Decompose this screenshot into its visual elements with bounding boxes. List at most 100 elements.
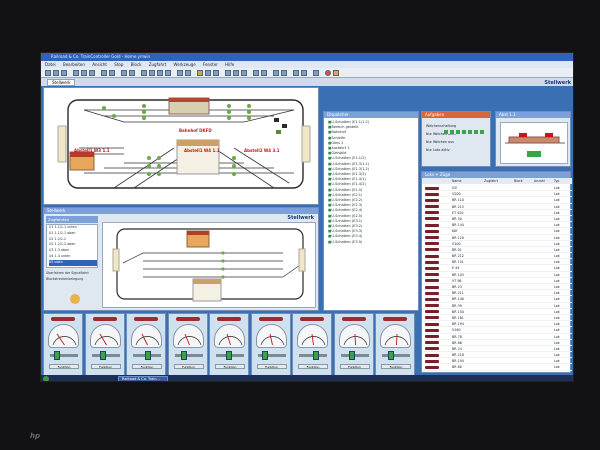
dispatcher-tree[interactable]: U-Schatten (E1.1/1.2) Bereich gestellt B…: [328, 120, 369, 245]
ops-line[interactable]: Nur Weichen aus: [426, 138, 456, 146]
function-button[interactable]: Funktion: [49, 364, 79, 369]
column-header[interactable]: Typ: [554, 178, 559, 184]
find-icon[interactable]: [301, 70, 307, 76]
clock-icon[interactable]: [281, 70, 287, 76]
power-icon[interactable]: [261, 70, 267, 76]
connect-icon[interactable]: [253, 70, 259, 76]
zugfahrten-list[interactable]: U1 1.1/1.1 unten U1 1.1/1.1 oben U2 1.2/…: [46, 224, 98, 268]
cab-throttle[interactable]: Funktion: [375, 313, 415, 381]
speedometer-dial: [172, 324, 204, 348]
print-icon[interactable]: [313, 70, 319, 76]
option-text[interactable]: Blockstreckenbelegung: [46, 276, 98, 282]
function-button[interactable]: Funktion: [256, 364, 287, 369]
siding-label-3: Abstell2 W4 3.1: [244, 148, 280, 153]
cab-throttle[interactable]: Funktion: [126, 313, 166, 381]
warning-icon[interactable]: [333, 70, 339, 76]
new-icon[interactable]: [45, 70, 51, 76]
menu-stop[interactable]: Stop: [114, 62, 123, 67]
paste-icon[interactable]: [89, 70, 95, 76]
function-button[interactable]: Funktion: [215, 364, 245, 369]
speedometer-svg: [384, 333, 409, 346]
route-icon[interactable]: [141, 70, 147, 76]
cab-throttle[interactable]: Funktion: [167, 313, 208, 381]
menu-block[interactable]: Block: [131, 62, 142, 67]
column-header[interactable]: Zugfahrt: [484, 178, 498, 184]
cab-throttle[interactable]: Funktion: [43, 313, 83, 381]
loco-list-rows[interactable]: ICE Lok V200 Lok BR 110 Lok BR 215 Lok ET 420 Lok…: [422, 185, 572, 371]
speed-slider-knob[interactable]: [99, 351, 106, 360]
track-diagram[interactable]: Bahnhof DKFD Abstell1 W3 1.1 Abstell1 W4…: [43, 87, 319, 205]
menu-bearbeiten[interactable]: Bearbeiten: [63, 62, 85, 67]
train-icon[interactable]: [185, 70, 191, 76]
menu-fenster[interactable]: Fenster: [203, 62, 218, 67]
turnout-icon[interactable]: [165, 70, 171, 76]
table-row[interactable]: BR 80 Lok: [422, 364, 572, 371]
ops-line[interactable]: Nur Loks aktiv: [426, 146, 456, 154]
cab-throttle[interactable]: Funktion: [292, 313, 332, 381]
message-icon[interactable]: [213, 70, 219, 76]
layout-icon[interactable]: [233, 70, 239, 76]
save-icon[interactable]: [61, 70, 67, 76]
menu-zugfahrt[interactable]: Zugfahrt: [149, 62, 166, 67]
speed-slider-knob[interactable]: [226, 351, 232, 360]
tab-stellwerk[interactable]: Stellwerk: [47, 79, 76, 86]
menu-hilfe[interactable]: Hilfe: [225, 62, 234, 67]
function-button[interactable]: Funktion: [132, 364, 162, 369]
speed-slider[interactable]: [382, 354, 410, 357]
tree-item[interactable]: U-Schatten (E3.5): [328, 240, 369, 245]
function-button[interactable]: Funktion: [381, 364, 411, 369]
undo-icon[interactable]: [101, 70, 107, 76]
emergency-stop-icon[interactable]: [325, 70, 331, 76]
speed-slider-knob[interactable]: [313, 351, 319, 360]
function-button[interactable]: Funktion: [298, 364, 328, 369]
column-header[interactable]: Name: [452, 178, 461, 184]
signal-icon[interactable]: [157, 70, 163, 76]
window-icon[interactable]: [225, 70, 231, 76]
cab-throttle[interactable]: Funktion: [84, 313, 125, 381]
speed-slider[interactable]: [174, 354, 203, 357]
sound-icon[interactable]: [273, 70, 279, 76]
dispatcher-icon[interactable]: [205, 70, 211, 76]
function-button[interactable]: Funktion: [339, 364, 370, 369]
zoom-in-icon[interactable]: [121, 70, 127, 76]
function-button[interactable]: Funktion: [173, 364, 204, 369]
copy-icon[interactable]: [81, 70, 87, 76]
speed-slider-knob[interactable]: [348, 351, 355, 360]
edit-icon[interactable]: [293, 70, 299, 76]
loco-icon[interactable]: [177, 70, 183, 76]
taskbar-item[interactable]: Railroad & Co. Train...: [118, 376, 168, 381]
speedometer-dial: [255, 324, 287, 348]
menu-werkzeuge[interactable]: Werkzeuge: [173, 62, 195, 67]
menu-bar: Datei Bearbeiten Ansicht Stop Block Zugf…: [41, 61, 573, 68]
speed-slider-knob[interactable]: [388, 351, 394, 360]
cab-throttle[interactable]: Funktion: [333, 313, 374, 381]
loco-icon: [425, 254, 439, 258]
speed-slider[interactable]: [340, 354, 369, 357]
tree-item[interactable]: U-Schatten (E1.4/2): [328, 182, 369, 187]
open-icon[interactable]: [53, 70, 59, 76]
column-header[interactable]: Block: [514, 178, 523, 184]
column-header[interactable]: Anzahl: [534, 178, 545, 184]
speed-slider[interactable]: [91, 354, 120, 357]
tree-item[interactable]: U-Schatten (E1.1/2): [328, 156, 369, 161]
speed-slider-knob[interactable]: [261, 351, 268, 360]
speed-slider-knob[interactable]: [180, 351, 187, 360]
speed-slider-knob[interactable]: [54, 351, 60, 360]
speed-slider-knob[interactable]: [145, 351, 151, 360]
block-icon[interactable]: [149, 70, 155, 76]
start-button[interactable]: [43, 376, 49, 381]
function-button[interactable]: Funktion: [90, 364, 121, 369]
menu-datei[interactable]: Datei: [45, 62, 56, 67]
mini-track-diagram[interactable]: [102, 222, 316, 308]
list-item-selected[interactable]: U5 oben: [49, 259, 97, 266]
loco-icon: [425, 248, 439, 252]
redo-icon[interactable]: [109, 70, 115, 76]
grid-icon[interactable]: [241, 70, 247, 76]
cut-icon[interactable]: [73, 70, 79, 76]
menu-ansicht[interactable]: Ansicht: [92, 62, 107, 67]
cab-throttle[interactable]: Funktion: [250, 313, 291, 381]
ops-line[interactable]: Weichenschaltung: [426, 122, 456, 130]
schedule-icon[interactable]: [197, 70, 203, 76]
zoom-out-icon[interactable]: [129, 70, 135, 76]
cab-throttle[interactable]: Funktion: [209, 313, 249, 381]
